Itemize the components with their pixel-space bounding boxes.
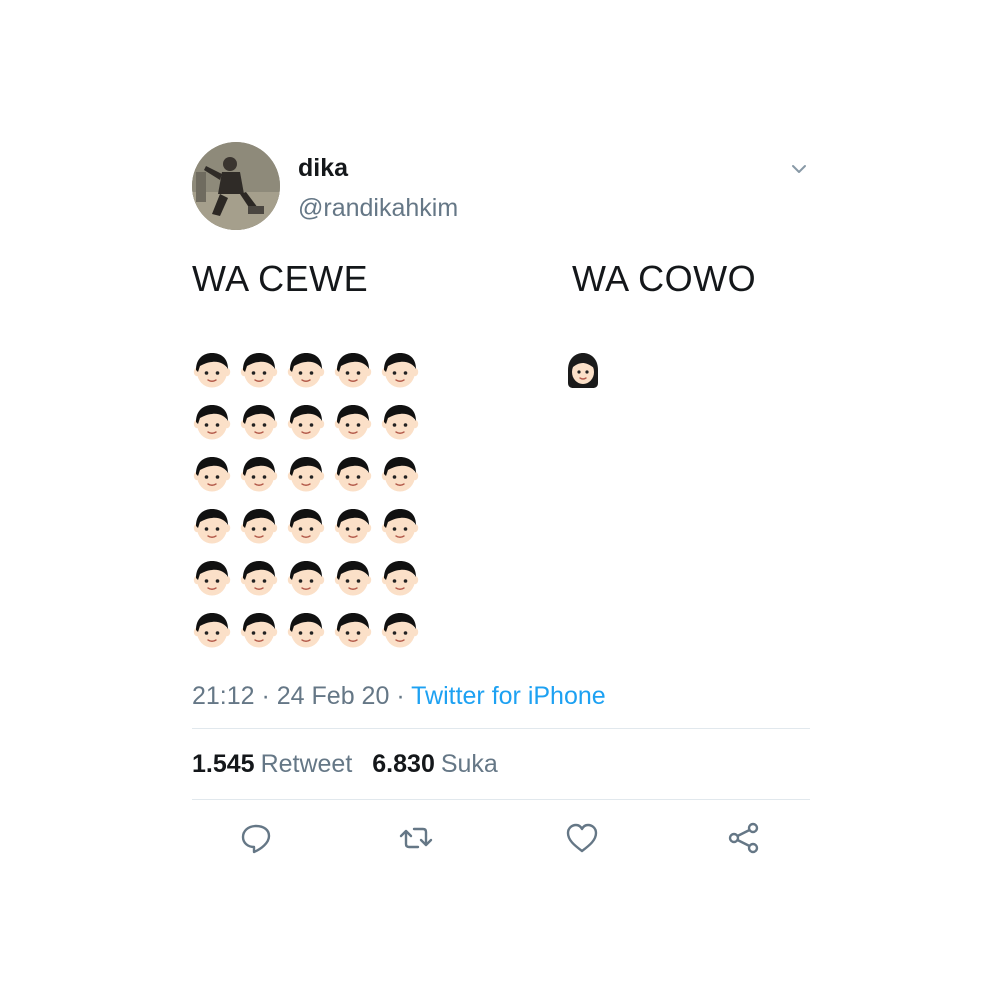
left-column-title: WA CEWE (192, 258, 369, 299)
boy-face-icon (380, 402, 420, 442)
boy-face-icon (192, 454, 232, 494)
tweet-time: 21:12 (192, 682, 255, 710)
tweet-actions (192, 800, 810, 880)
like-label: Suka (440, 749, 498, 778)
boy-face-icon (286, 506, 326, 546)
meta-separator: · (254, 682, 277, 710)
reply-icon[interactable] (238, 820, 274, 856)
meta-separator: · (389, 682, 412, 710)
like-count: 6.830 (372, 749, 435, 778)
tweet-card: dika @randikahkim WA CEWE WA COWO 21:12 … (192, 140, 810, 880)
boy-face-icon (380, 454, 420, 494)
boy-face-icon (333, 610, 373, 650)
boy-face-icon (286, 610, 326, 650)
retweet-stat[interactable]: 1.545 Retweet (192, 750, 352, 779)
tweet-meta: 21:12 · 24 Feb 20 · Twitter for iPhone (192, 682, 810, 729)
retweet-count: 1.545 (192, 749, 255, 778)
boy-face-icon (286, 350, 326, 390)
tweet-header: dika @randikahkim (192, 140, 810, 232)
boy-face-icon (239, 454, 279, 494)
boy-face-icon (192, 558, 232, 598)
boy-face-icon (239, 558, 279, 598)
boy-face-icon (333, 350, 373, 390)
boy-face-icon (286, 558, 326, 598)
tweet-source-link[interactable]: Twitter for iPhone (411, 682, 606, 710)
boy-face-icon (192, 610, 232, 650)
tweet-stats: 1.545 Retweet 6.830 Suka (192, 729, 810, 800)
heart-icon[interactable] (564, 820, 600, 856)
boy-face-icon (333, 454, 373, 494)
boy-face-icon (239, 506, 279, 546)
boy-face-icon (286, 454, 326, 494)
boy-face-icon (333, 402, 373, 442)
chevron-down-icon[interactable] (788, 158, 810, 180)
boy-face-icon (380, 610, 420, 650)
boy-face-icon (239, 402, 279, 442)
boy-face-icon (286, 402, 326, 442)
boy-face-icon (380, 350, 420, 390)
tweet-body: WA CEWE WA COWO (192, 258, 810, 678)
share-icon[interactable] (726, 820, 762, 856)
user-handle[interactable]: @randikahkim (298, 194, 458, 223)
boy-face-icon (192, 506, 232, 546)
retweet-label: Retweet (260, 749, 353, 778)
avatar[interactable] (192, 142, 280, 230)
boy-face-icon (333, 558, 373, 598)
retweet-icon[interactable] (398, 820, 434, 856)
like-stat[interactable]: 6.830 Suka (372, 750, 498, 779)
display-name[interactable]: dika (298, 154, 348, 183)
boy-emoji-grid (192, 350, 427, 662)
avatar-photo (192, 142, 280, 230)
boy-face-icon (333, 506, 373, 546)
right-column-title: WA COWO (572, 258, 757, 299)
tweet-date: 24 Feb 20 (276, 682, 390, 710)
boy-face-icon (380, 558, 420, 598)
girl-face-icon (562, 350, 604, 392)
boy-face-icon (239, 610, 279, 650)
boy-face-icon (192, 402, 232, 442)
boy-face-icon (239, 350, 279, 390)
boy-face-icon (380, 506, 420, 546)
boy-face-icon (192, 350, 232, 390)
